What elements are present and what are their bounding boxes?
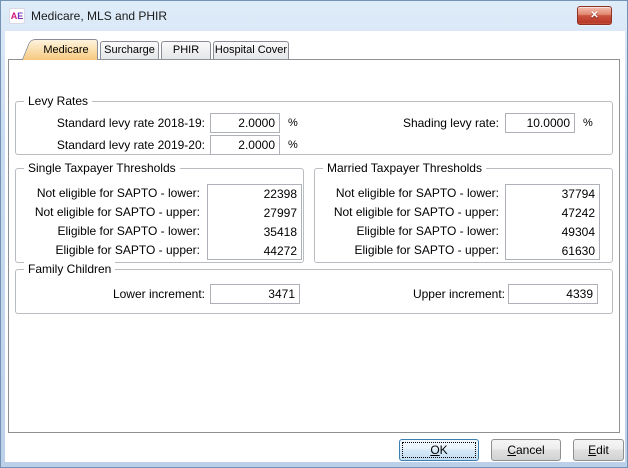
app-icon-letter-e: E [17,11,23,21]
label-upper-increment: Upper increment: [316,286,505,302]
cancel-button[interactable]: Cancel [491,439,561,461]
value-single-not-eligible-upper[interactable]: 27997 [208,204,301,223]
value-married-not-eligible-upper[interactable]: 47242 [506,204,599,223]
tab-hospital-cover[interactable]: Hospital Cover [213,41,289,59]
label-married-eligible-lower: Eligible for SAPTO - lower: [315,222,499,241]
single-thresholds-values-box[interactable]: 22398 27997 35418 44272 [207,184,302,260]
label-single-eligible-upper: Eligible for SAPTO - upper: [16,241,200,260]
group-levy-rates-title: Levy Rates [24,94,92,108]
label-married-not-eligible-lower: Not eligible for SAPTO - lower: [315,184,499,203]
label-standard-levy-2018: Standard levy rate 2018-19: [16,115,205,131]
label-married-not-eligible-upper: Not eligible for SAPTO - upper: [315,203,499,222]
label-single-eligible-lower: Eligible for SAPTO - lower: [16,222,200,241]
group-single-thresholds-title: Single Taxpayer Thresholds [24,161,180,175]
titlebar[interactable]: AE Medicare, MLS and PHIR ✕ [1,1,627,31]
tab-surcharge[interactable]: Surcharge [100,41,159,59]
ok-button[interactable]: OK [399,439,479,461]
value-married-eligible-upper[interactable]: 61630 [506,242,599,261]
unit-percent-shading: % [583,117,593,129]
input-standard-levy-2019[interactable] [210,135,280,155]
unit-percent-2019: % [288,139,298,151]
edit-button[interactable]: Edit [573,439,624,461]
label-standard-levy-2019: Standard levy rate 2019-20: [16,137,205,153]
label-single-not-eligible-lower: Not eligible for SAPTO - lower: [16,184,200,203]
input-standard-levy-2018[interactable] [210,113,280,133]
window-title: Medicare, MLS and PHIR [31,1,167,31]
unit-percent-2018: % [288,117,298,129]
close-button[interactable]: ✕ [577,6,612,25]
close-icon: ✕ [590,10,598,21]
input-lower-increment[interactable] [210,284,300,304]
tab-medicare[interactable]: Medicare [35,39,98,60]
value-single-not-eligible-lower[interactable]: 22398 [208,185,301,204]
input-upper-increment[interactable] [508,284,598,304]
group-married-thresholds-title: Married Taxpayer Thresholds [323,161,486,175]
group-family-children-title: Family Children [24,262,115,276]
label-single-not-eligible-upper: Not eligible for SAPTO - upper: [16,203,200,222]
group-family-children: Family Children Lower increment: Upper i… [15,269,613,314]
group-single-thresholds: Single Taxpayer Thresholds Not eligible … [15,168,304,263]
group-levy-rates: Levy Rates Standard levy rate 2018-19: %… [15,101,613,155]
tab-phir[interactable]: PHIR [161,41,211,59]
dialog-window: AE Medicare, MLS and PHIR ✕ Medicare Sur… [0,0,628,468]
label-lower-increment: Lower increment: [16,286,205,302]
input-shading-levy-rate[interactable] [505,113,575,133]
married-thresholds-values-box[interactable]: 37794 47242 49304 61630 [505,184,600,260]
value-single-eligible-upper[interactable]: 44272 [208,242,301,261]
value-married-eligible-lower[interactable]: 49304 [506,223,599,242]
group-married-thresholds: Married Taxpayer Thresholds Not eligible… [314,168,613,263]
app-icon: AE [9,8,25,24]
label-shading-levy-rate: Shading levy rate: [306,115,499,131]
value-single-eligible-lower[interactable]: 35418 [208,223,301,242]
value-married-not-eligible-lower[interactable]: 37794 [506,185,599,204]
label-married-eligible-upper: Eligible for SAPTO - upper: [315,241,499,260]
